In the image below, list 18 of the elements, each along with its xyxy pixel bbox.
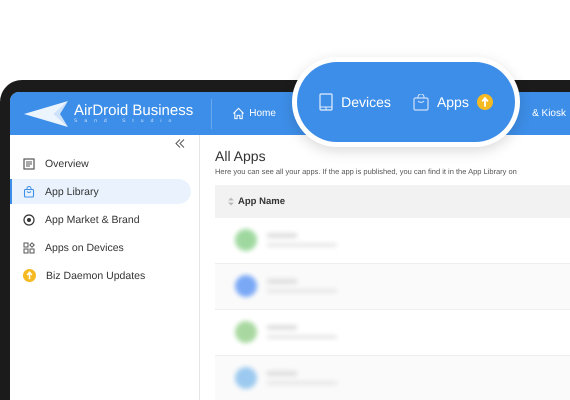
home-icon [232, 107, 246, 120]
column-header[interactable]: App Name [238, 196, 285, 207]
document-icon [23, 158, 35, 170]
bag-icon [412, 94, 429, 110]
update-badge-icon [476, 94, 493, 110]
collapse-icon[interactable] [175, 139, 185, 148]
logo-name: AirDroid Business [74, 103, 194, 118]
grid-icon [23, 242, 35, 254]
sidebar-item[interactable]: Biz Daemon Updates [10, 263, 191, 288]
sidebar-item[interactable]: Overview [10, 151, 191, 176]
sidebar-item[interactable]: App Market & Brand [10, 207, 191, 232]
paper-plane-icon [24, 100, 70, 126]
bag-icon [23, 186, 35, 198]
update-icon [23, 269, 36, 282]
tablet-icon [319, 93, 334, 111]
sidebar-item[interactable]: App Library [10, 179, 191, 204]
sidebar-item[interactable]: Apps on Devices [10, 235, 191, 260]
page-title: All Apps [215, 148, 267, 164]
